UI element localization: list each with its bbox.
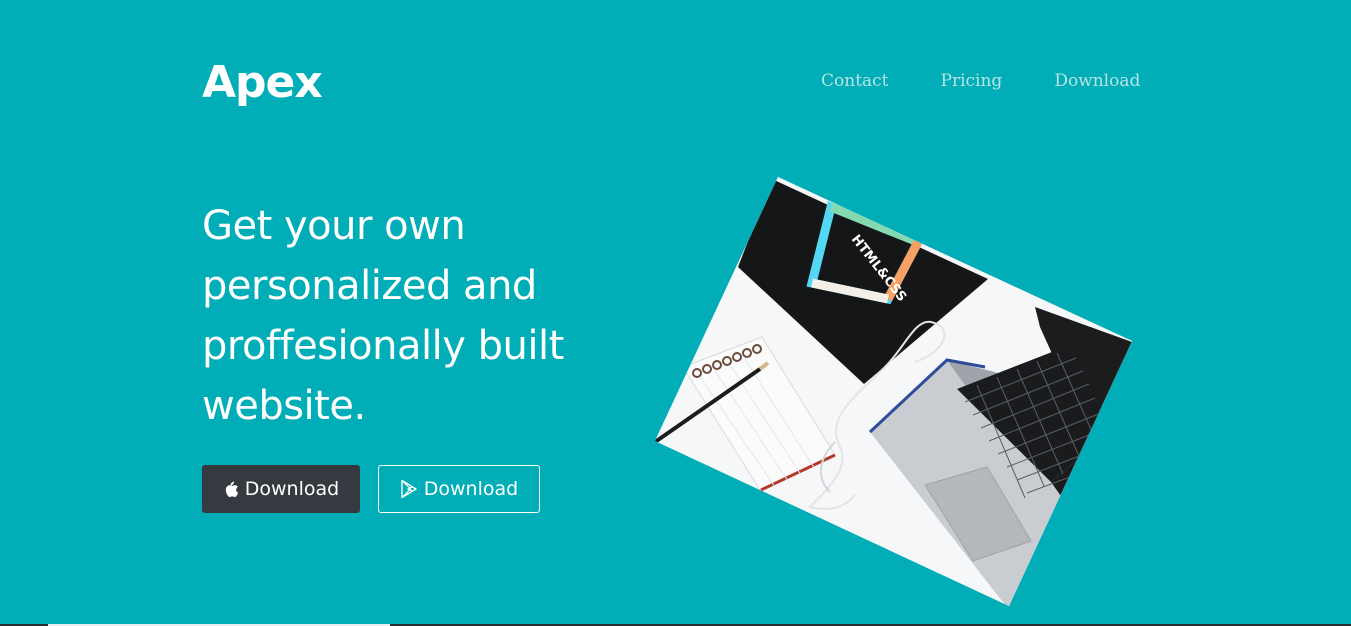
apple-download-label: Download xyxy=(244,478,340,500)
hero-image: HTML&CSS xyxy=(655,177,1132,606)
hero-title: Get your own personalized and proffesion… xyxy=(202,203,564,429)
apple-download-button[interactable]: Download xyxy=(202,465,360,513)
workspace-photo: HTML&CSS xyxy=(655,177,1132,606)
nav-links: Contact Pricing Download xyxy=(821,70,1140,92)
nav-link-download[interactable]: Download xyxy=(1054,70,1140,92)
brand-logo[interactable]: Apex xyxy=(202,57,323,109)
nav-link-contact[interactable]: Contact xyxy=(821,70,889,92)
google-play-download-label: Download xyxy=(423,478,519,500)
google-play-download-button[interactable]: Download xyxy=(378,465,540,513)
google-play-icon xyxy=(400,479,418,499)
apple-icon xyxy=(223,480,239,498)
nav-link-pricing[interactable]: Pricing xyxy=(941,70,1003,92)
